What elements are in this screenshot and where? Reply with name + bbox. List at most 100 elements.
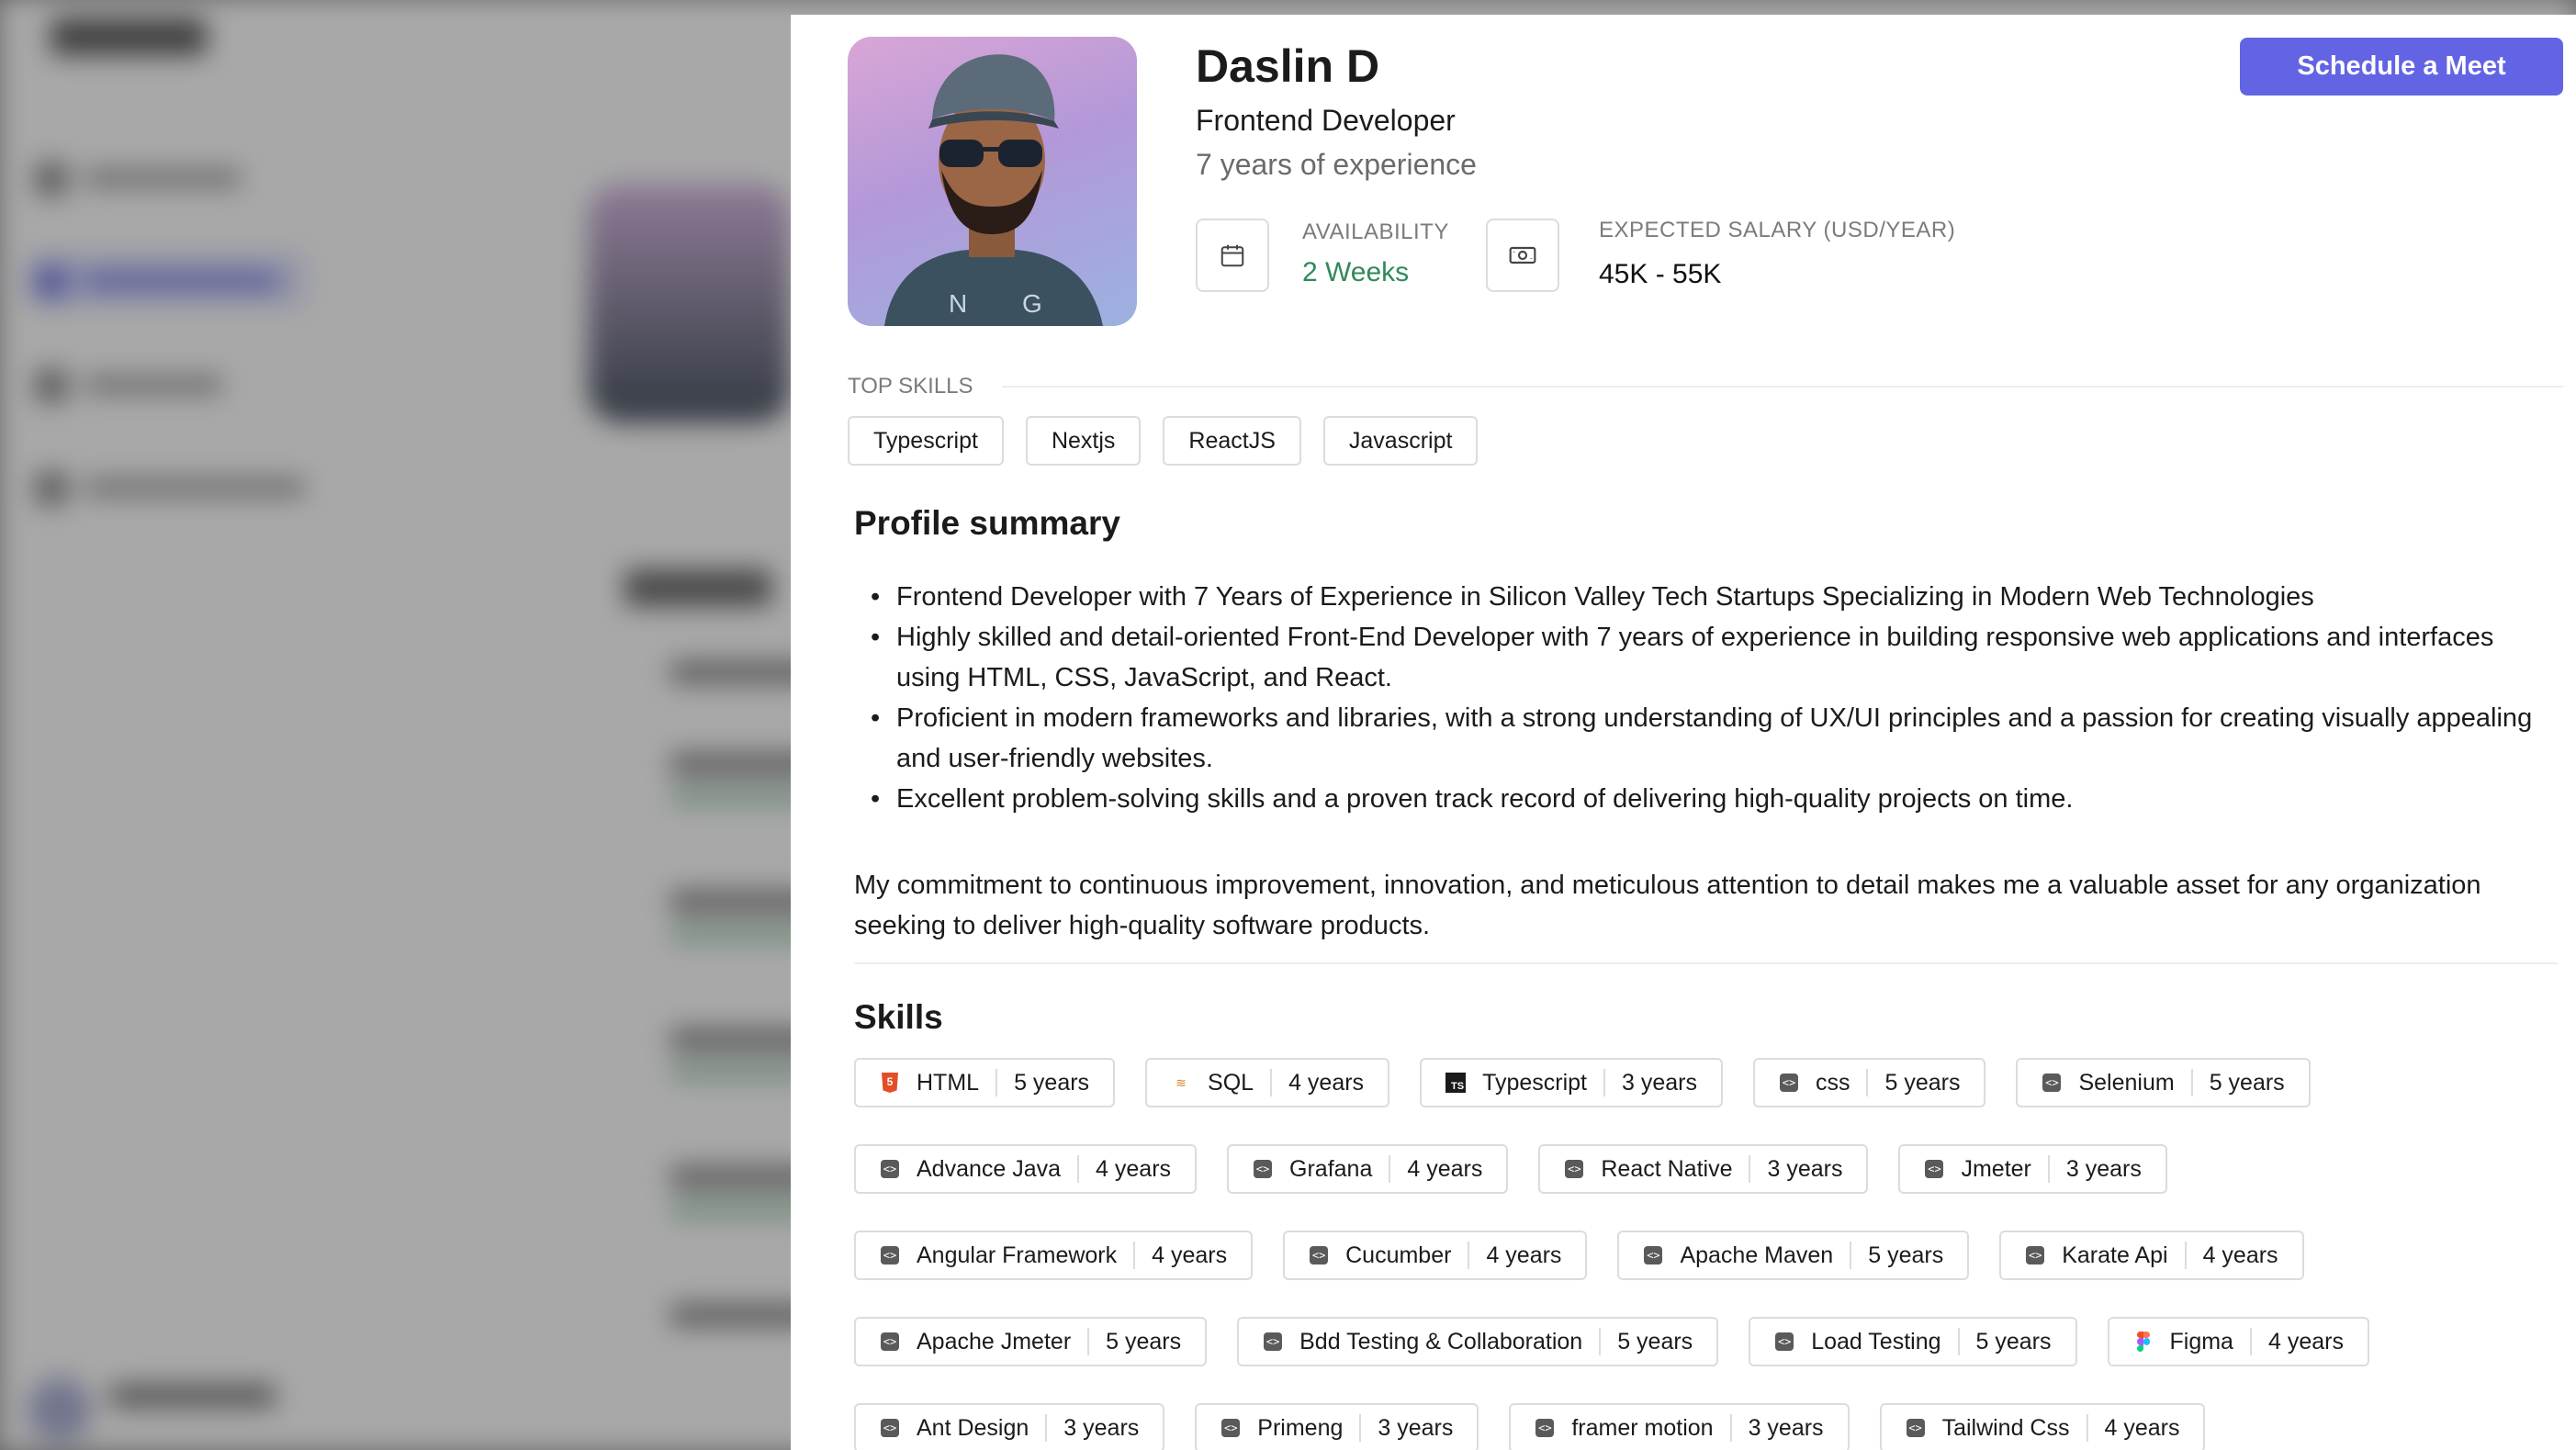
skill-separator [1599, 1328, 1602, 1355]
skill-years: 3 years [1063, 1414, 1140, 1441]
profile-summary-list: Frontend Developer with 7 Years of Exper… [854, 577, 2549, 819]
skill-separator [1749, 1155, 1751, 1183]
skill-name: Apache Maven [1680, 1242, 1834, 1268]
skill-chip: <> Ant Design 3 years [854, 1403, 1165, 1450]
skill-name: HTML [917, 1069, 980, 1096]
code-icon: <> [1906, 1418, 1926, 1438]
code-icon: <> [2025, 1245, 2045, 1265]
skill-separator [1468, 1242, 1470, 1269]
profile-summary-title: Profile summary [854, 504, 1120, 542]
skills-row: <> Apache Jmeter 5 years <> Bdd Testing & Co… [854, 1317, 2562, 1366]
skill-years: 5 years [1975, 1328, 2052, 1354]
skill-separator [1270, 1069, 1273, 1096]
skill-chip: <> Load Testing 5 years [1749, 1317, 2077, 1366]
skills-title: Skills [854, 998, 943, 1036]
code-icon: <> [1564, 1159, 1584, 1179]
summary-bullet: Highly skilled and detail-oriented Front… [871, 617, 2549, 698]
skill-separator [1359, 1414, 1362, 1442]
candidate-profile-drawer: N G Daslin D Frontend Developer 7 years … [791, 15, 2576, 1450]
skill-name: Advance Java [917, 1155, 1062, 1182]
skills-row: <> Ant Design 3 years <> Primeng 3 years <> fra… [854, 1403, 2562, 1450]
skill-name: css [1815, 1069, 1850, 1096]
skill-separator [2047, 1155, 2050, 1183]
calendar-icon [1196, 219, 1269, 292]
code-icon: <> [880, 1245, 900, 1265]
top-skills-label: TOP SKILLS [848, 374, 973, 399]
code-icon: <> [880, 1418, 900, 1438]
skill-years: 4 years [1096, 1155, 1172, 1182]
skill-years: 4 years [1486, 1242, 1562, 1268]
skill-name: Selenium [2078, 1069, 2175, 1096]
svg-text:G: G [1022, 289, 1042, 318]
skill-chip: <> Primeng 3 years [1195, 1403, 1479, 1450]
code-icon: <> [880, 1332, 900, 1352]
skill-years: 5 years [2209, 1069, 2285, 1096]
code-icon: <> [1309, 1245, 1329, 1265]
skill-separator [1389, 1155, 1391, 1183]
skill-years: 4 years [2202, 1242, 2278, 1268]
skill-name: SQL [1208, 1069, 1254, 1096]
skill-separator [1077, 1155, 1080, 1183]
top-skill-chip: Typescript [848, 416, 1004, 466]
skill-years: 3 years [1767, 1155, 1843, 1182]
skill-name: Grafana [1289, 1155, 1373, 1182]
summary-bullet: Proficient in modern frameworks and libr… [871, 698, 2549, 779]
figma-icon [2133, 1332, 2154, 1352]
skill-separator [1133, 1242, 1136, 1269]
svg-text:N: N [949, 289, 967, 318]
skills-row: <> Angular Framework 4 years <> Cucumber 4 ye… [854, 1231, 2562, 1280]
profile-photo: N G [848, 37, 1137, 326]
skill-separator [996, 1069, 998, 1096]
skill-years: 4 years [1152, 1242, 1228, 1268]
skill-chip: ≋ SQL 4 years [1145, 1058, 1390, 1107]
sql-icon: ≋ [1176, 1074, 1187, 1090]
code-icon: <> [1263, 1332, 1283, 1352]
skill-chip: <> Advance Java 4 years [854, 1144, 1198, 1194]
skill-chip: <> Angular Framework 4 years [854, 1231, 1254, 1280]
summary-bullet: Frontend Developer with 7 Years of Exper… [871, 577, 2549, 617]
skill-chip: <> Karate Api 4 years [1999, 1231, 2304, 1280]
skill-years: 3 years [2065, 1155, 2142, 1182]
skill-separator [1045, 1414, 1048, 1442]
skill-chip: Figma 4 years [2107, 1317, 2369, 1366]
skill-years: 4 years [1288, 1069, 1365, 1096]
skill-chip: TS Typescript 3 years [1420, 1058, 1723, 1107]
skill-name: Apache Jmeter [917, 1328, 1072, 1354]
skill-years: 3 years [1748, 1414, 1824, 1441]
top-skills-list: Typescript Nextjs ReactJS Javascript [848, 416, 1479, 466]
skill-name: Jmeter [1961, 1155, 2031, 1182]
expected-salary-value: 45K - 55K [1599, 259, 1722, 289]
skill-years: 4 years [2104, 1414, 2180, 1441]
code-icon: <> [1253, 1159, 1273, 1179]
money-icon [1486, 219, 1559, 292]
skill-chip: <> Grafana 4 years [1227, 1144, 1509, 1194]
top-skills-divider [1002, 386, 2563, 388]
skill-years: 5 years [1014, 1069, 1090, 1096]
skills-row: <> Advance Java 4 years <> Grafana 4 years <> R… [854, 1144, 2562, 1194]
skill-years: 5 years [1868, 1242, 1944, 1268]
profile-summary-paragraph: My commitment to continuous improvement,… [854, 871, 2481, 940]
skill-separator [1087, 1328, 1090, 1355]
code-icon: <> [1535, 1418, 1555, 1438]
schedule-meet-button[interactable]: Schedule a Meet [2240, 38, 2563, 96]
skill-years: 4 years [2267, 1328, 2344, 1354]
typescript-icon: TS [1445, 1073, 1467, 1093]
skill-name: Cucumber [1345, 1242, 1452, 1268]
code-icon: <> [1221, 1418, 1241, 1438]
top-skill-chip: Nextjs [1025, 416, 1142, 466]
skill-name: Angular Framework [917, 1242, 1118, 1268]
expected-salary-label: EXPECTED SALARY (USD/YEAR) [1599, 218, 1956, 242]
skill-separator [2086, 1414, 2088, 1442]
skill-name: Bdd Testing & Collaboration [1299, 1328, 1583, 1354]
skill-name: Tailwind Css [1941, 1414, 2070, 1441]
skills-row: 5 HTML 5 years ≋ SQL 4 years TS Typescript 3 yea… [854, 1058, 2562, 1107]
skill-separator [1603, 1069, 1605, 1096]
skill-chip: <> framer motion 3 years [1509, 1403, 1850, 1450]
skill-chip: <> Selenium 5 years [2016, 1058, 2311, 1107]
skill-chip: 5 HTML 5 years [854, 1058, 1116, 1107]
code-icon: <> [1924, 1159, 1944, 1179]
skill-name: Karate Api [2062, 1242, 2168, 1268]
top-skill-chip: Javascript [1322, 416, 1479, 466]
skill-chip: <> Bdd Testing & Collaboration 5 years [1237, 1317, 1719, 1366]
skill-separator [1957, 1328, 1960, 1355]
